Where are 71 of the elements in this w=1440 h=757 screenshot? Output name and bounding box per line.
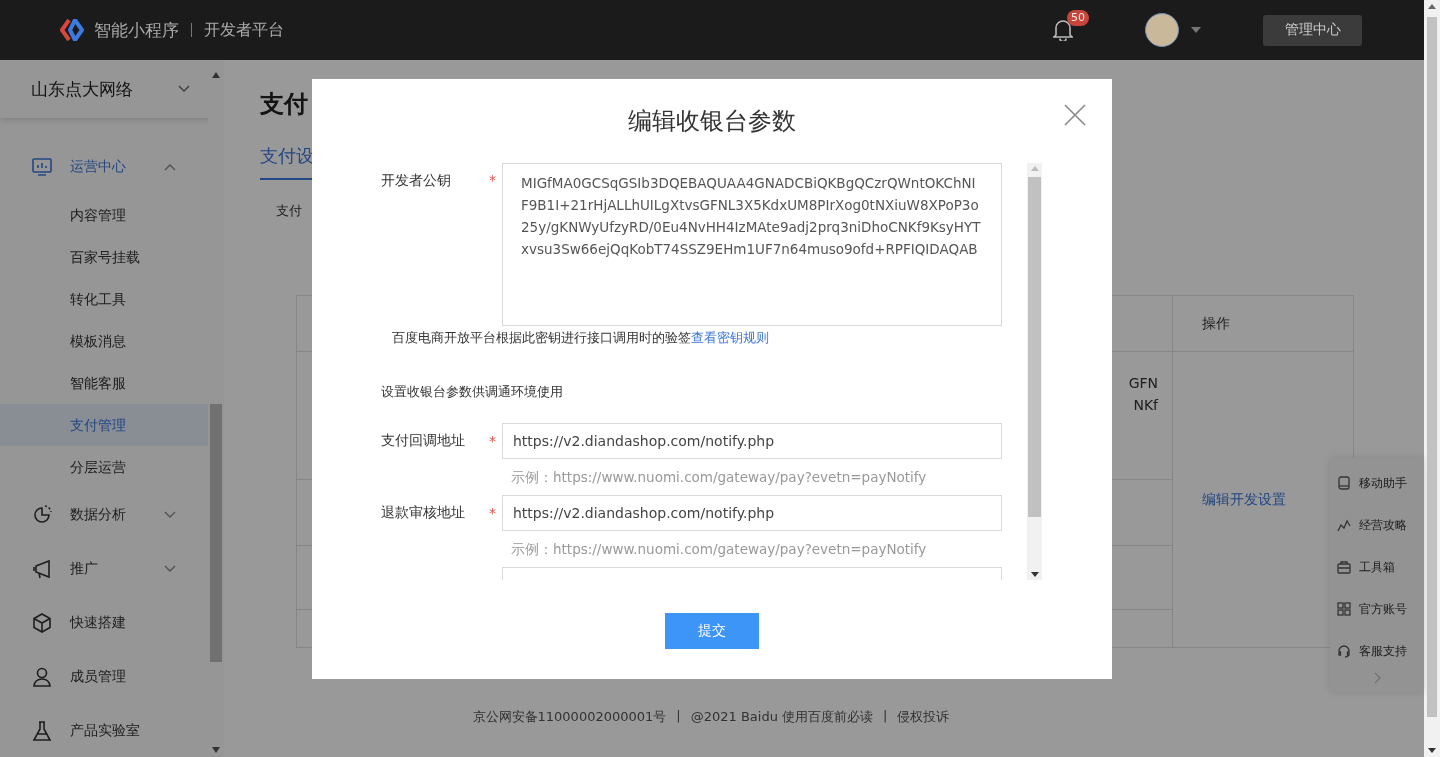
panel-item[interactable]: 移动助手: [1359, 474, 1407, 492]
sidebar-item[interactable]: 数据分析: [0, 488, 208, 542]
person-icon: [32, 667, 52, 687]
section-note: 设置收银台参数供调通环境使用: [381, 383, 564, 401]
dialog-title: 编辑收银台参数: [628, 106, 796, 137]
field-label: 支付回调地址: [381, 432, 466, 450]
footer-link[interactable]: 侵权投诉: [897, 708, 950, 726]
sidebar-item[interactable]: 快速搭建: [0, 596, 208, 650]
product-name: 智能小程序: [94, 18, 179, 42]
management-center-button[interactable]: 管理中心: [1263, 14, 1362, 46]
sidebar-subitem[interactable]: 分层运营: [0, 446, 208, 488]
close-icon[interactable]: [1064, 104, 1086, 126]
required-mark: *: [489, 505, 497, 521]
scroll-down-arrow-icon[interactable]: [1428, 748, 1436, 753]
scroll-up-arrow-icon[interactable]: [212, 72, 220, 78]
url-input-field[interactable]: https://v2.diandashop.com/notify.php: [502, 423, 1002, 459]
sidebar-subitem[interactable]: 内容管理: [0, 194, 208, 236]
cube-icon: [32, 613, 52, 633]
sidebar-subitem[interactable]: 模板消息: [0, 320, 208, 362]
pie-icon: [32, 505, 52, 525]
sidebar-item[interactable]: 推广: [0, 542, 208, 596]
dialog-scrollbar[interactable]: [1027, 163, 1042, 580]
panel-item[interactable]: 官方账号: [1359, 600, 1407, 618]
avatar-icon[interactable]: [1145, 13, 1179, 47]
sidebar-item[interactable]: 运营中心: [0, 140, 208, 194]
field-label: 开发者公钥: [381, 171, 452, 190]
account-selector[interactable]: 山东点大网络: [0, 60, 208, 118]
platform-name: 开发者平台: [204, 19, 284, 41]
logo-icon: [60, 19, 86, 41]
notification-count: 50: [1067, 10, 1089, 26]
panel-item[interactable]: 客服支持: [1359, 642, 1407, 660]
footer-separator: |: [676, 708, 681, 725]
required-mark: *: [489, 433, 497, 449]
field-hint: 百度电商开放平台根据此密钥进行接口调用时的验签查看密钥规则: [392, 329, 770, 347]
panel-item[interactable]: 经营攻略: [1359, 516, 1407, 534]
chevron-icon[interactable]: [178, 85, 190, 93]
phone-icon: [1337, 476, 1351, 490]
table-header-cell: 操作: [1172, 295, 1354, 352]
page-heading: 支付: [260, 89, 308, 120]
scroll-up-arrow-icon[interactable]: [1428, 4, 1436, 9]
example-text: 示例：https://www.nuomi.com/gateway/pay?evetn=payNotify: [511, 540, 928, 559]
chevron-icon: [164, 511, 176, 519]
url-input-field[interactable]: https://v2.diandashop.com/notify.php: [502, 495, 1002, 531]
footer-separator: |: [883, 708, 888, 725]
key-rules-link[interactable]: 查看密钥规则: [691, 330, 769, 345]
flask-icon: [32, 721, 52, 741]
chevron-icon: [164, 565, 176, 573]
footer-link[interactable]: 京公网安备11000002000001号: [472, 708, 667, 726]
bell-icon[interactable]: [1053, 19, 1073, 41]
edit-dev-settings-link[interactable]: 编辑开发设置: [1202, 490, 1286, 507]
sidebar-subitem[interactable]: 智能客服: [0, 362, 208, 404]
page-scrollbar[interactable]: [1424, 0, 1440, 757]
sidebar-subitem[interactable]: 转化工具: [0, 278, 208, 320]
chevron-icon: [164, 163, 176, 171]
chart-icon: [1337, 518, 1351, 532]
sidebar-item[interactable]: 产品实验室: [0, 704, 208, 757]
panel-item[interactable]: 工具箱: [1359, 558, 1395, 576]
sidebar-item[interactable]: 成员管理: [0, 650, 208, 704]
caret-icon[interactable]: [1191, 27, 1201, 33]
sidebar-subitem[interactable]: 百家号挂载: [0, 236, 208, 278]
headset-icon: [1337, 644, 1351, 658]
toolbox-icon: [1337, 560, 1351, 574]
submit-button[interactable]: 提交: [665, 613, 759, 649]
required-mark: *: [489, 171, 497, 188]
field-label: 退款审核地址: [381, 504, 466, 522]
megaphone-icon: [32, 559, 52, 579]
scroll-down-arrow-icon[interactable]: [1030, 572, 1039, 577]
footer-link[interactable]: @2021 Baidu 使用百度前必读: [690, 708, 874, 726]
public-key-field[interactable]: MIGfMA0GCSqGSIb3DQEBAQUAA4GNADCBiQKBgQCzrQWntOKChNIF9B1I+21rHjALLhUILgXtvsGFNL3X5KdxUM8PIrXog0tNXiuW8XPoP3o25y/gKNWyUfzyRD/0Eu4NvHH4IzMAte9adj2prq3niDhoCNKf9KsyHYTxvsu3Sw66ejQqKobT74SSZ9EHm1UF7n64muso9ofd+RPFIQIDAQAB: [502, 163, 1002, 326]
monitor-icon: [32, 157, 52, 177]
grid-icon: [1337, 602, 1351, 616]
